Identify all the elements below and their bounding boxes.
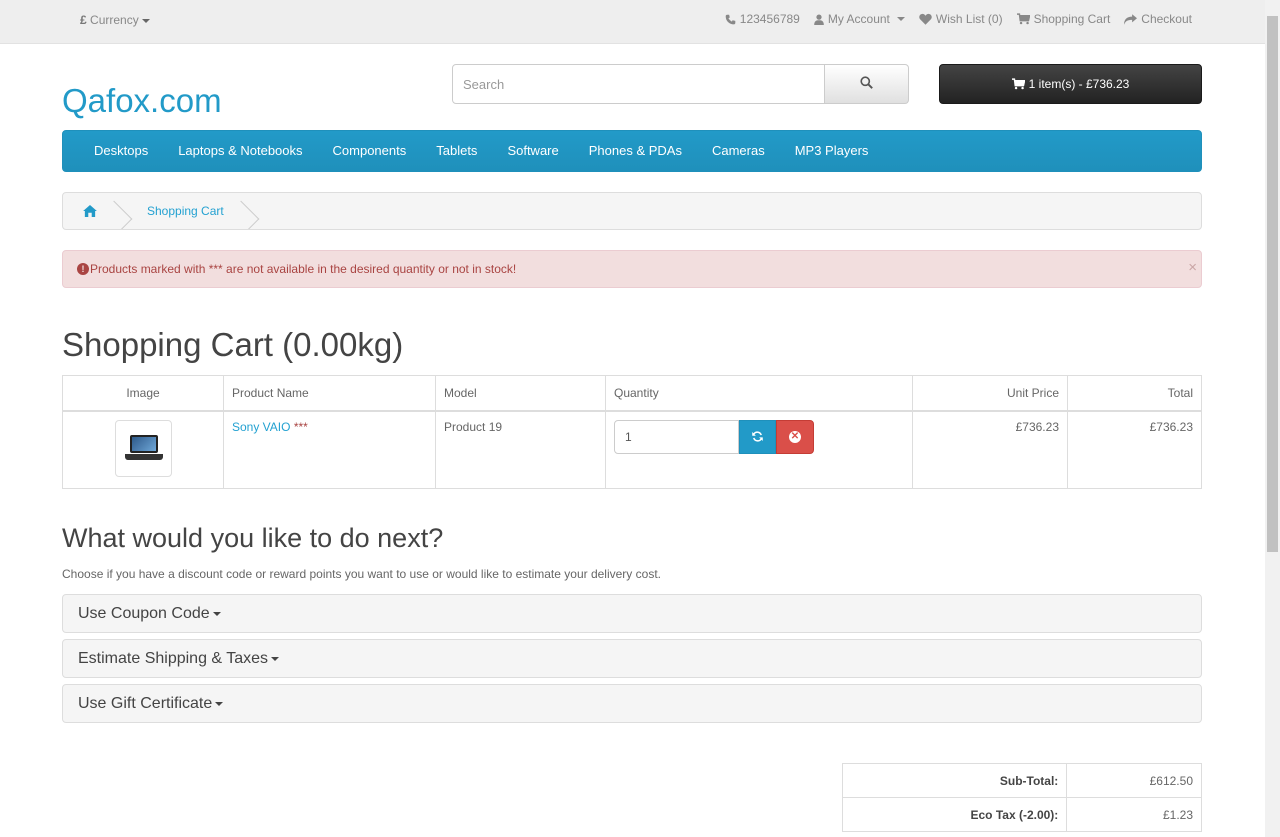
search-input[interactable] [452, 64, 825, 104]
main-menu: Desktops Laptops & Notebooks Components … [62, 130, 1202, 172]
user-icon [814, 13, 824, 25]
cart-icon [1016, 13, 1030, 25]
search-icon [860, 76, 873, 89]
chevron-down-icon [141, 18, 150, 23]
remove-button[interactable]: ✕ [776, 419, 814, 454]
checkout-link[interactable]: Checkout [1124, 12, 1192, 26]
chevron-down-icon [271, 656, 280, 661]
top-links: 123456789 My Account Wish List (0) Shopp… [725, 12, 1192, 26]
menu-item-desktops[interactable]: Desktops [79, 131, 163, 171]
unit-price-cell: £736.23 [912, 410, 1068, 489]
page-title: Shopping Cart (0.00kg) [62, 326, 404, 363]
close-icon[interactable]: × [1188, 259, 1197, 276]
menu-item-phones[interactable]: Phones & PDAs [574, 131, 697, 171]
currency-label: Currency [90, 13, 139, 27]
home-icon [83, 205, 97, 217]
share-icon [1124, 13, 1138, 25]
product-name-cell: Sony VAIO *** [223, 410, 436, 489]
scrollbar-thumb[interactable] [1267, 16, 1278, 552]
checkout-label: Checkout [1141, 12, 1192, 26]
wish-list-label: Wish List (0) [935, 12, 1003, 26]
menu-item-cameras[interactable]: Cameras [697, 131, 780, 171]
alert-message: Products marked with *** are not availab… [90, 262, 517, 276]
chevron-down-icon [896, 17, 905, 21]
menu-item-laptops[interactable]: Laptops & Notebooks [163, 131, 317, 171]
col-product-name: Product Name [223, 375, 436, 412]
my-account-dropdown[interactable]: My Account [814, 12, 905, 26]
quantity-group: ✕ [614, 419, 904, 454]
update-button[interactable] [739, 419, 776, 454]
total-cell: £736.23 [1067, 410, 1202, 489]
breadcrumb: Shopping Cart [62, 192, 1202, 230]
chevron-down-icon [212, 611, 221, 616]
table-row: Eco Tax (-2.00): £1.23 [841, 797, 1202, 832]
cart-table-header: Image Product Name Model Quantity Unit P… [62, 375, 1202, 412]
col-total: Total [1067, 375, 1202, 412]
totals-table: Sub-Total: £612.50 Eco Tax (-2.00): £1.2… [841, 763, 1202, 832]
product-thumbnail[interactable] [114, 419, 172, 477]
coupon-panel-label: Use Coupon Code [78, 604, 210, 622]
stock-alert: ! Products marked with *** are not avail… [62, 250, 1202, 288]
subtotal-value: £612.50 [1066, 763, 1202, 798]
shopping-cart-label: Shopping Cart [1033, 12, 1111, 26]
subtotal-label: Sub-Total: [841, 763, 1068, 798]
chevron-down-icon [215, 701, 224, 706]
cart-icon [1011, 78, 1025, 90]
laptop-image [129, 434, 158, 453]
cart-table: Image Product Name Model Quantity Unit P… [62, 375, 1202, 489]
quantity-input[interactable] [614, 419, 739, 454]
col-unit-price: Unit Price [912, 375, 1068, 412]
my-account-label: My Account [827, 12, 890, 26]
stock-flag: *** [293, 419, 308, 434]
product-image-cell [62, 410, 224, 489]
table-row: Sub-Total: £612.50 [841, 763, 1202, 798]
shipping-panel[interactable]: Estimate Shipping & Taxes [62, 639, 1202, 678]
laptop-base [124, 453, 163, 460]
heart-icon [919, 13, 932, 25]
cart-total-button[interactable]: 1 item(s) - £736.23 [939, 64, 1202, 104]
gift-certificate-panel[interactable]: Use Gift Certificate [62, 684, 1202, 723]
menu-item-tablets[interactable]: Tablets [421, 131, 492, 171]
exclamation-circle-icon: ! [77, 263, 89, 275]
menu-item-components[interactable]: Components [318, 131, 422, 171]
currency-symbol: £ [80, 13, 87, 27]
col-image: Image [62, 375, 224, 412]
phone-link[interactable]: 123456789 [725, 12, 800, 26]
col-quantity: Quantity [605, 375, 913, 412]
phone-icon [725, 14, 736, 24]
wish-list-link[interactable]: Wish List (0) [919, 12, 1003, 26]
next-section-description: Choose if you have a discount code or re… [62, 567, 661, 581]
table-row: Sony VAIO *** Product 19 ✕ £736.23 £736.… [62, 410, 1202, 489]
product-link[interactable]: Sony VAIO [232, 420, 290, 434]
eco-tax-label: Eco Tax (-2.00): [841, 797, 1068, 832]
shopping-cart-link[interactable]: Shopping Cart [1016, 12, 1111, 26]
menu-item-software[interactable]: Software [492, 131, 573, 171]
cart-total-label: 1 item(s) - £736.23 [1028, 77, 1130, 91]
shipping-panel-label: Estimate Shipping & Taxes [78, 649, 269, 667]
logo[interactable]: Qafox.com [62, 82, 222, 120]
next-section-title: What would you like to do next? [62, 523, 444, 553]
col-model: Model [435, 375, 606, 412]
phone-number: 123456789 [739, 12, 800, 26]
currency-dropdown[interactable]: £ Currency [80, 13, 150, 27]
coupon-panel[interactable]: Use Coupon Code [62, 594, 1202, 633]
search-button[interactable] [825, 64, 909, 104]
top-bar: £ Currency 123456789 My Account Wish Lis… [0, 0, 1265, 44]
quantity-cell: ✕ [605, 410, 913, 489]
model-cell: Product 19 [435, 410, 606, 489]
remove-icon: ✕ [789, 430, 801, 443]
scrollbar[interactable] [1265, 0, 1280, 837]
search-bar [452, 64, 909, 104]
refresh-icon [752, 431, 763, 442]
eco-tax-value: £1.23 [1066, 797, 1202, 832]
gift-certificate-panel-label: Use Gift Certificate [78, 694, 213, 712]
menu-item-mp3[interactable]: MP3 Players [780, 131, 884, 171]
